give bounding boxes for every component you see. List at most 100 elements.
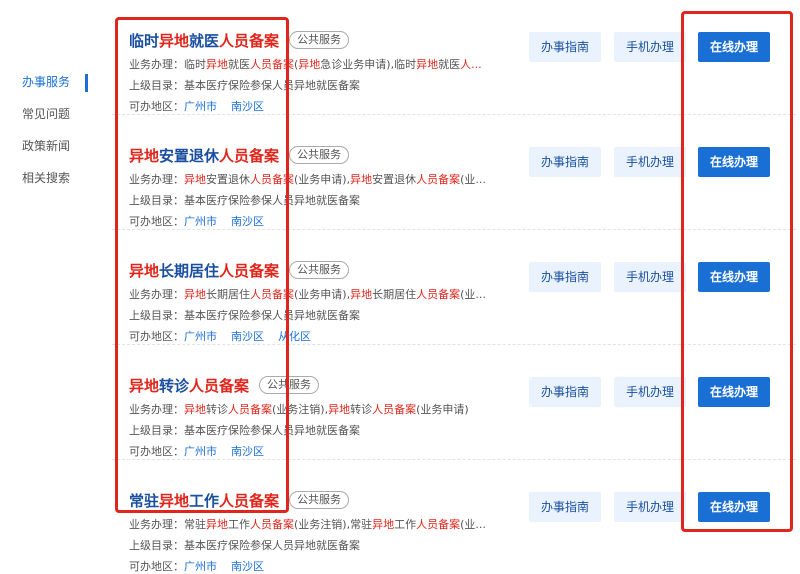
- area-line: 可办地区：广州市 南沙区: [129, 213, 278, 229]
- parent-directory-value: 基本医疗保险参保人员异地就医备案: [184, 194, 360, 207]
- area-link[interactable]: 南沙区: [231, 215, 264, 228]
- parent-directory-value: 基本医疗保险参保人员异地就医备案: [184, 539, 360, 552]
- parent-label: 上级目录：: [129, 194, 184, 207]
- parent-directory-value: 基本医疗保险参保人员异地就医备案: [184, 309, 360, 322]
- guide-button[interactable]: 办事指南: [529, 147, 601, 177]
- area-line: 可办地区：广州市 南沙区: [129, 98, 278, 114]
- business-segment: 人员备案: [372, 403, 417, 416]
- parent-directory-line: 上级目录：基本医疗保险参保人员异地就医备案: [129, 307, 360, 323]
- business-segment: 常驻: [184, 518, 206, 531]
- guide-button[interactable]: 办事指南: [529, 262, 601, 292]
- business-segment: 人员备案: [416, 173, 461, 186]
- online-button[interactable]: 在线办理: [698, 492, 770, 522]
- online-button[interactable]: 在线办理: [698, 262, 770, 292]
- result-title-row: 临时异地就医人员备案 公共服务: [129, 28, 350, 52]
- sidebar-item-related-search[interactable]: 相关搜索: [0, 162, 88, 194]
- parent-label: 上级目录：: [129, 79, 184, 92]
- area-label: 可办地区：: [129, 100, 184, 113]
- business-segment: 异地: [350, 173, 373, 186]
- area-link[interactable]: 广州市: [184, 330, 217, 343]
- parent-directory-line: 上级目录：基本医疗保险参保人员异地就医备案: [129, 192, 360, 208]
- business-segment: 长期居住: [372, 288, 417, 301]
- result-title-row: 异地转诊人员备案 公共服务: [129, 373, 320, 397]
- title-segment: 异地: [129, 376, 160, 395]
- online-button[interactable]: 在线办理: [698, 32, 770, 62]
- title-segment: 临时: [129, 31, 160, 50]
- business-segment: 安置退休: [372, 173, 417, 186]
- area-label: 可办地区：: [129, 330, 184, 343]
- title-segment: 异地: [159, 491, 190, 510]
- parent-label: 上级目录：: [129, 539, 184, 552]
- business-line: 业务办理：临时异地就医人员备案(异地急诊业务申请),临时异地就医人...: [129, 56, 482, 72]
- business-segment: 人员备案: [228, 403, 272, 416]
- result-title-link[interactable]: 临时异地就医人员备案: [129, 30, 279, 51]
- business-segment: 人员备案: [250, 518, 294, 531]
- parent-directory-line: 上级目录：基本医疗保险参保人员异地就医备案: [129, 77, 360, 93]
- area-link[interactable]: 广州市: [184, 100, 217, 113]
- business-segment: (业...: [460, 288, 486, 301]
- title-segment: 异地: [129, 261, 160, 280]
- result-title-link[interactable]: 异地转诊人员备案: [129, 375, 249, 396]
- area-link[interactable]: 广州市: [184, 560, 217, 573]
- online-button[interactable]: 在线办理: [698, 377, 770, 407]
- business-segment: 异地: [298, 58, 321, 71]
- business-segment: 异地: [206, 58, 228, 71]
- area-link[interactable]: 南沙区: [231, 560, 264, 573]
- title-segment: 长期居住: [159, 261, 220, 280]
- parent-directory-value: 基本医疗保险参保人员异地就医备案: [184, 424, 360, 437]
- area-label: 可办地区：: [129, 445, 184, 458]
- business-segment: 就医: [228, 58, 250, 71]
- business-segment: 转诊: [206, 403, 228, 416]
- business-segment: 异地: [206, 518, 228, 531]
- title-segment: 安置退休: [159, 146, 220, 165]
- business-segment: (业务申请),: [294, 173, 351, 186]
- mobile-button[interactable]: 手机办理: [614, 32, 686, 62]
- result-item: 异地安置退休人员备案 公共服务 业务办理：异地安置退休人员备案(业务申请),异地安置…: [112, 115, 796, 230]
- guide-button[interactable]: 办事指南: [529, 377, 601, 407]
- public-service-tag: 公共服务: [289, 31, 350, 49]
- business-line: 业务办理：异地长期居住人员备案(业务申请),异地长期居住人员备案(业...: [129, 286, 486, 302]
- area-label: 可办地区：: [129, 215, 184, 228]
- mobile-button[interactable]: 手机办理: [614, 262, 686, 292]
- area-link[interactable]: 南沙区: [231, 330, 264, 343]
- online-button[interactable]: 在线办理: [698, 147, 770, 177]
- business-segment: (业务申请),: [294, 288, 351, 301]
- business-segment: 异地: [184, 403, 206, 416]
- business-segment: 安置退休: [206, 173, 250, 186]
- result-title-link[interactable]: 异地安置退休人员备案: [129, 145, 279, 166]
- parent-directory-value: 基本医疗保险参保人员异地就医备案: [184, 79, 360, 92]
- parent-label: 上级目录：: [129, 309, 184, 322]
- sidebar-item-policy-news[interactable]: 政策新闻: [0, 130, 88, 162]
- sidebar-item-services[interactable]: 办事服务: [0, 66, 88, 98]
- area-link[interactable]: 广州市: [184, 215, 217, 228]
- result-title-link[interactable]: 常驻异地工作人员备案: [129, 490, 279, 511]
- mobile-button[interactable]: 手机办理: [614, 147, 686, 177]
- business-label: 业务办理：: [129, 58, 184, 71]
- area-line: 可办地区：广州市 南沙区: [129, 558, 278, 574]
- sidebar-item-faq[interactable]: 常见问题: [0, 98, 88, 130]
- business-segment: (业...: [460, 518, 486, 531]
- mobile-button[interactable]: 手机办理: [614, 377, 686, 407]
- parent-label: 上级目录：: [129, 424, 184, 437]
- area-link[interactable]: 南沙区: [231, 445, 264, 458]
- area-link[interactable]: 广州市: [184, 445, 217, 458]
- business-segment: 异地: [372, 518, 395, 531]
- business-segment: 转诊: [350, 403, 373, 416]
- title-segment: 工作: [189, 491, 220, 510]
- business-line: 业务办理：异地转诊人员备案(业务注销),异地转诊人员备案(业务申请): [129, 401, 469, 417]
- guide-button[interactable]: 办事指南: [529, 32, 601, 62]
- result-list: 临时异地就医人员备案 公共服务 业务办理：临时异地就医人员备案(异地急诊业务申请),…: [112, 0, 796, 574]
- title-segment: 人员备案: [219, 146, 280, 165]
- result-title-link[interactable]: 异地长期居住人员备案: [129, 260, 279, 281]
- business-segment: 异地: [328, 403, 351, 416]
- business-line: 业务办理：常驻异地工作人员备案(业务注销),常驻异地工作人员备案(业...: [129, 516, 486, 532]
- parent-directory-line: 上级目录：基本医疗保险参保人员异地就医备案: [129, 422, 360, 438]
- area-link[interactable]: 南沙区: [231, 100, 264, 113]
- business-segment: 人员备案: [250, 288, 294, 301]
- mobile-button[interactable]: 手机办理: [614, 492, 686, 522]
- guide-button[interactable]: 办事指南: [529, 492, 601, 522]
- area-link[interactable]: 从化区: [278, 330, 311, 343]
- business-segment: 工作: [228, 518, 250, 531]
- business-label: 业务办理：: [129, 518, 184, 531]
- business-segment: 异地: [184, 173, 206, 186]
